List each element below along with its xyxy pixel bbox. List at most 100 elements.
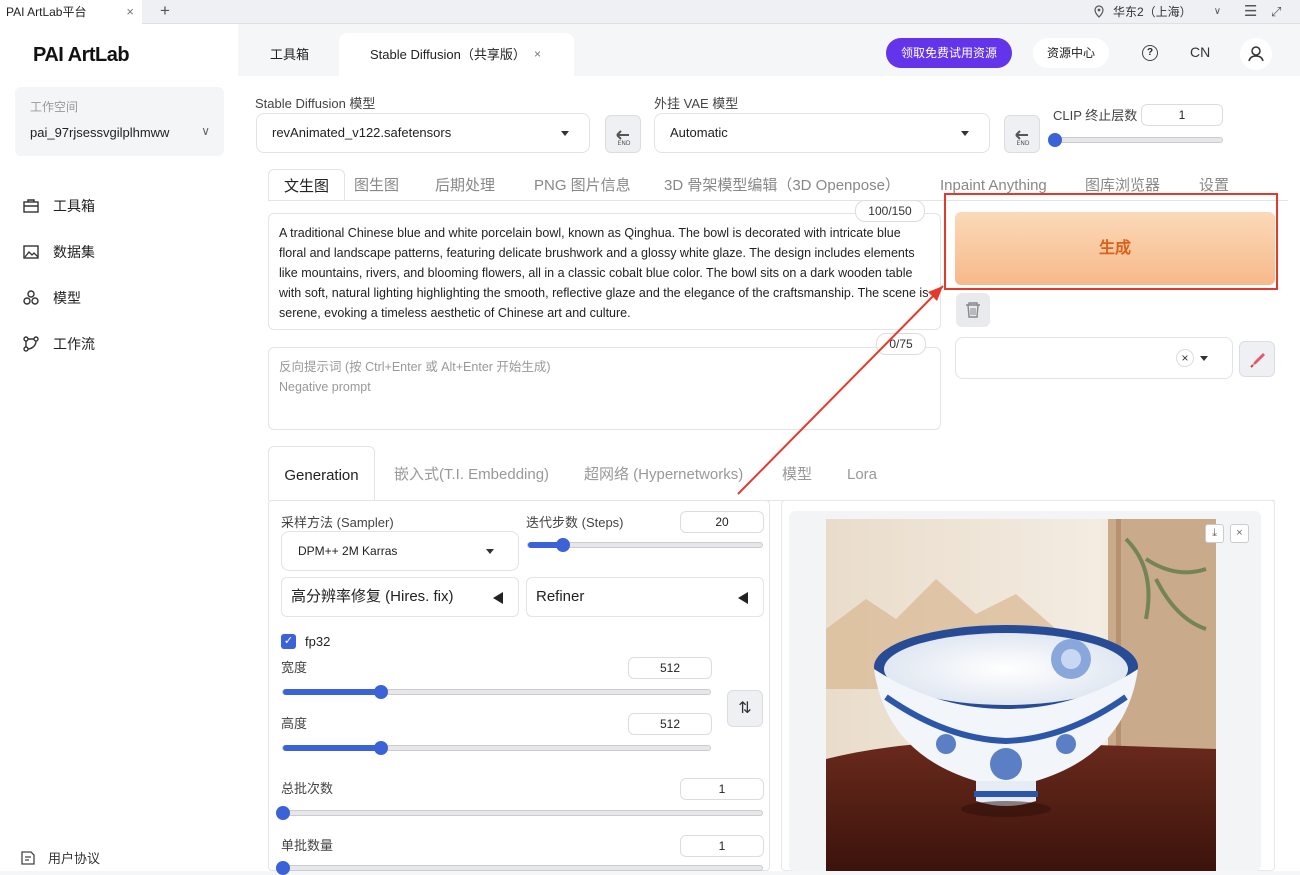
width-input[interactable]: 512	[628, 657, 712, 679]
fp32-label: fp32	[305, 634, 331, 649]
sidebar-item-workflow[interactable]: 工作流	[22, 334, 95, 354]
clip-label: CLIP 终止层数	[1053, 108, 1138, 123]
batch-size-label: 单批数量	[281, 838, 334, 853]
collapse-arrow-icon	[493, 592, 503, 604]
resource-center-button[interactable]: 资源中心	[1033, 38, 1109, 68]
steps-label: 迭代步数 (Steps)	[526, 515, 624, 530]
app-logo: PAI ArtLab	[33, 44, 130, 66]
refresh-vae-button[interactable]: END	[1004, 115, 1040, 153]
apply-style-button[interactable]	[1239, 341, 1275, 377]
sidebar: PAI ArtLab 工作空间 pai_97rjsessvgilplhmww ∨…	[0, 24, 238, 871]
tab-txt2img[interactable]: 文生图	[268, 169, 346, 201]
slider-knob[interactable]	[556, 538, 571, 552]
workspace-label: 工作空间	[30, 100, 79, 114]
steps-input[interactable]: 20	[680, 511, 764, 533]
collapse-arrow-icon	[738, 592, 748, 604]
close-icon[interactable]: ×	[1230, 524, 1249, 543]
language-switch[interactable]: CN	[1190, 44, 1210, 60]
close-icon[interactable]: ×	[126, 0, 134, 24]
download-icon[interactable]: ⤓	[1205, 524, 1224, 543]
hires-fix-label: 高分辨率修复 (Hires. fix)	[291, 588, 454, 605]
height-input[interactable]: 512	[628, 713, 712, 735]
help-icon[interactable]: ?	[1142, 45, 1158, 61]
slider-knob[interactable]	[276, 861, 290, 875]
hires-fix-toggle[interactable]: 高分辨率修复 (Hires. fix)	[281, 577, 519, 617]
free-trial-button[interactable]: 领取免费试用资源	[886, 38, 1012, 68]
width-label: 宽度	[281, 660, 308, 675]
cubes-icon	[23, 290, 39, 305]
tab-png-info[interactable]: PNG 图片信息	[534, 169, 631, 201]
tab-toolbox[interactable]: 工具箱	[270, 33, 309, 76]
region-selector[interactable]: 华东2（上海） ∨	[1093, 3, 1221, 20]
sidebar-item-model[interactable]: 模型	[22, 288, 81, 308]
generated-image[interactable]	[826, 519, 1216, 871]
workflow-icon	[23, 336, 39, 352]
user-avatar[interactable]	[1240, 38, 1272, 70]
sidebar-item-dataset[interactable]: 数据集	[22, 242, 95, 262]
toolbox-icon	[23, 199, 39, 213]
svg-text:END: END	[1017, 140, 1030, 147]
sidebar-item-toolbox[interactable]: 工具箱	[22, 196, 95, 216]
width-slider[interactable]	[282, 685, 711, 699]
user-agreement-link[interactable]: 用户协议	[20, 848, 100, 867]
sampler-label: 采样方法 (Sampler)	[281, 515, 394, 530]
browser-tab[interactable]: PAI ArtLab平台 ×	[0, 0, 142, 24]
tab-img2img[interactable]: 图生图	[354, 169, 399, 201]
tab-stable-diffusion[interactable]: Stable Diffusion（共享版） ×	[339, 33, 574, 76]
prompt-token-counter: 100/150	[855, 200, 925, 222]
vae-model-value: Automatic	[670, 125, 728, 140]
sd-model-label: Stable Diffusion 模型	[255, 96, 376, 111]
sidebar-item-label: 模型	[53, 290, 81, 306]
dropdown-caret-icon	[486, 549, 494, 554]
tab-3d-openpose[interactable]: 3D 骨架模型编辑（3D Openpose）	[664, 169, 900, 201]
refresh-sd-model-button[interactable]: END	[605, 115, 641, 153]
refiner-toggle[interactable]: Refiner	[526, 577, 764, 617]
chevron-down-icon: ∨	[201, 124, 210, 138]
clear-icon[interactable]: ×	[1176, 349, 1194, 367]
browser-bar: PAI ArtLab平台 × + 华东2（上海） ∨ ☰ ⤢	[0, 0, 1300, 24]
sd-model-value: revAnimated_v122.safetensors	[272, 125, 452, 140]
sidebar-item-label: 工作流	[53, 336, 95, 352]
batch-count-slider[interactable]	[276, 806, 763, 820]
height-label: 高度	[281, 716, 308, 731]
fp32-checkbox[interactable]: ✓	[281, 634, 296, 649]
vae-model-label: 外挂 VAE 模型	[654, 96, 739, 111]
sampler-select[interactable]: DPM++ 2M Karras	[281, 531, 519, 571]
tab-hypernetworks[interactable]: 超网络 (Hypernetworks)	[584, 446, 743, 503]
sd-model-select[interactable]: revAnimated_v122.safetensors	[256, 113, 590, 153]
sampler-value: DPM++ 2M Karras	[298, 544, 398, 558]
workspace-selector[interactable]: 工作空间 pai_97rjsessvgilplhmww ∨	[15, 87, 224, 156]
height-slider[interactable]	[282, 741, 711, 755]
location-icon	[1094, 5, 1104, 18]
steps-slider[interactable]	[527, 538, 763, 552]
new-tab-icon[interactable]: +	[160, 0, 170, 22]
clip-slider[interactable]	[1048, 133, 1223, 147]
dropdown-caret-icon	[1200, 356, 1208, 361]
tab-extras[interactable]: 后期处理	[435, 169, 495, 201]
refiner-label: Refiner	[536, 588, 585, 605]
swap-dimensions-button[interactable]: ⇅	[727, 690, 763, 727]
tab-embedding[interactable]: 嵌入式(T.I. Embedding)	[394, 446, 549, 503]
batch-count-label: 总批次数	[281, 781, 334, 796]
batch-size-input[interactable]: 1	[680, 835, 764, 857]
batch-size-slider[interactable]	[276, 861, 763, 875]
expand-icon[interactable]: ⤢	[1271, 4, 1281, 20]
sidebar-item-label: 数据集	[53, 244, 95, 260]
tab-generation[interactable]: Generation	[268, 446, 375, 501]
style-select[interactable]: ×	[955, 337, 1233, 379]
slider-knob[interactable]	[276, 806, 290, 820]
vae-model-select[interactable]: Automatic	[654, 113, 990, 153]
menu-icon[interactable]: ☰	[1244, 2, 1257, 20]
close-icon[interactable]: ×	[534, 33, 541, 76]
svg-text:END: END	[618, 140, 631, 147]
slider-knob[interactable]	[1048, 133, 1062, 147]
clip-input[interactable]: 1	[1141, 104, 1223, 126]
annotation-arrow	[737, 285, 944, 495]
dropdown-caret-icon	[961, 131, 969, 136]
trash-button[interactable]	[956, 293, 990, 327]
image-icon	[23, 245, 39, 259]
swap-icon: ⇅	[738, 700, 752, 717]
tab-label: Stable Diffusion（共享版）	[370, 47, 526, 62]
batch-count-input[interactable]: 1	[680, 778, 764, 800]
porcelain-bowl-image	[826, 519, 1216, 871]
